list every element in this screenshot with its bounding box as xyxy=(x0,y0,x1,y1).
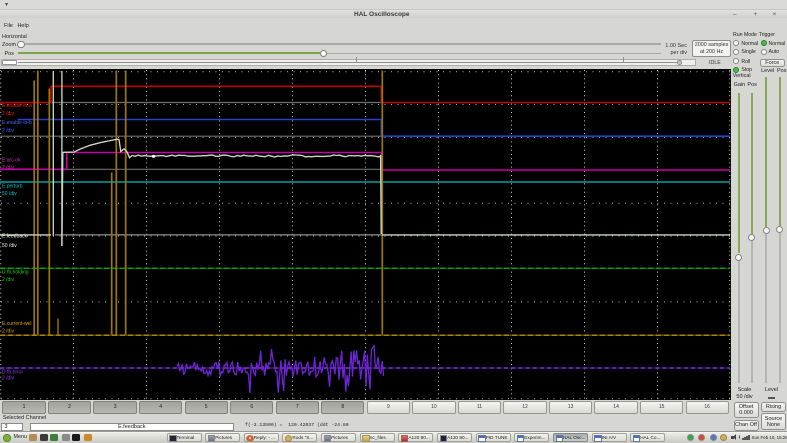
svg-text:E.enable-in-b: E.enable-in-b xyxy=(2,120,32,126)
svg-text:E.feedback: E.feedback xyxy=(2,233,28,239)
svg-text:2 /div: 2 /div xyxy=(2,111,14,117)
svg-text:D.fb.error: D.fb.error xyxy=(2,369,23,375)
svg-text:D.fb.holding: D.fb.holding xyxy=(2,269,29,275)
svg-text:E.arc-ok: E.arc-ok xyxy=(2,157,21,163)
svg-text:E.current-wel: E.current-wel xyxy=(2,321,31,327)
svg-text:50 /div: 50 /div xyxy=(2,243,17,249)
svg-text:2 /div: 2 /div xyxy=(2,165,14,171)
svg-text:2 /div: 2 /div xyxy=(2,375,14,381)
svg-text:50 /div: 50 /div xyxy=(2,191,17,197)
svg-text:2 /div: 2 /div xyxy=(2,128,14,134)
svg-text:E.enable-in-a: E.enable-in-a xyxy=(2,102,32,108)
svg-text:2 /div: 2 /div xyxy=(2,277,14,283)
svg-text:2 /div: 2 /div xyxy=(2,328,14,334)
svg-text:E.perturb: E.perturb xyxy=(2,183,23,189)
